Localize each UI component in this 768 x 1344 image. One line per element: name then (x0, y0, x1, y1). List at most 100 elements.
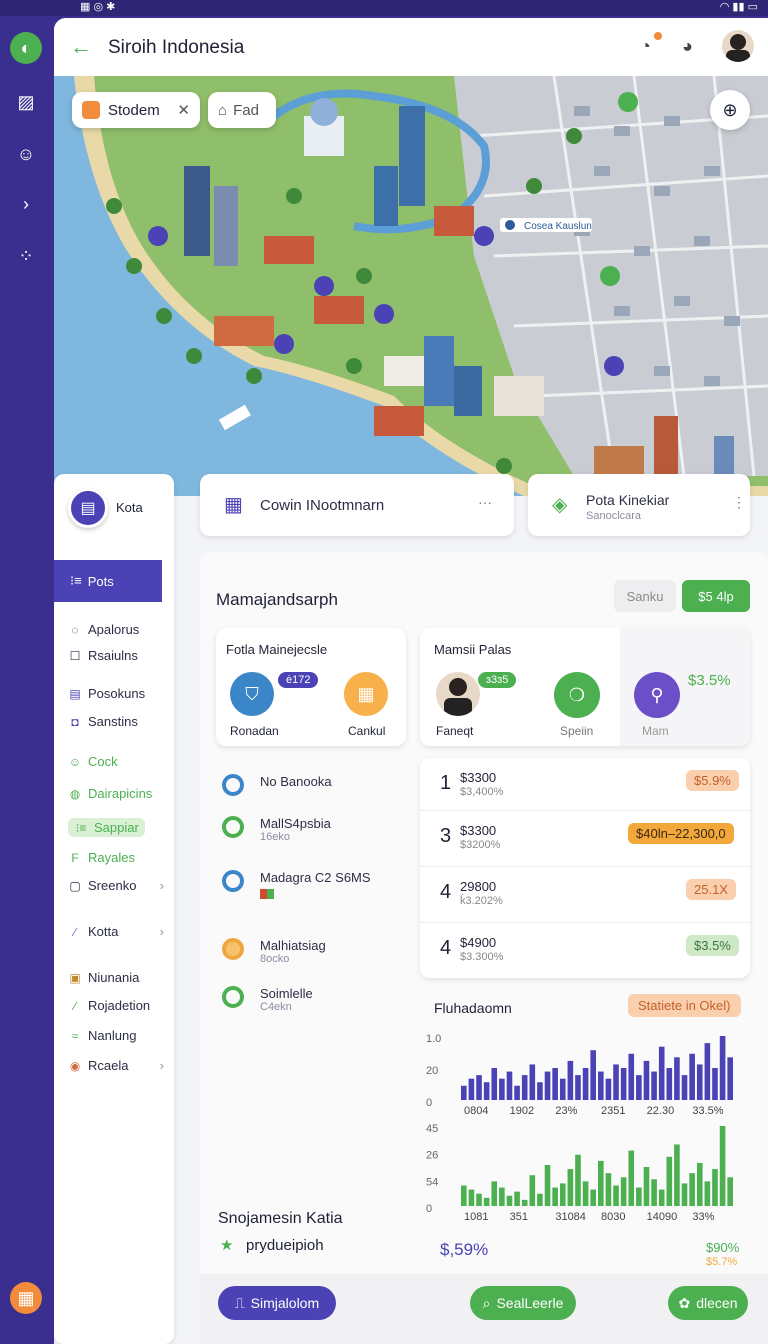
table-icon: ▤ (68, 488, 108, 528)
chart-bar (658, 1046, 665, 1100)
gear-icon: ✿ (678, 1294, 691, 1311)
chart-icon[interactable]: ▨ (10, 86, 42, 118)
shield-icon: ⛉ (230, 672, 274, 716)
sidebar-item[interactable]: F Rayales (68, 850, 135, 865)
rank-sub: $3,400% (460, 786, 504, 798)
save-icon: ⎍ (234, 1294, 245, 1311)
message-icon[interactable]: ◕ (682, 36, 693, 57)
home-icon[interactable]: ◐ (10, 32, 42, 64)
main-panel: ▦ Cowin INootmnarn ··· ◈ Pota Kinekiar S… (200, 474, 768, 1344)
chevron-right-icon[interactable]: › (10, 188, 42, 220)
pen-icon: ∕ (73, 924, 76, 939)
list-item[interactable]: Malhiatsiag 8ocko (222, 938, 326, 965)
search-button[interactable]: ⌕ SealLeerle (470, 1286, 576, 1320)
sidebar-item[interactable]: ∕ Kotta › (68, 924, 164, 939)
avatar[interactable] (722, 30, 754, 62)
chart-footer-value-bottom: $5.7% (706, 1256, 738, 1268)
rank-pill: 25.1X (686, 879, 736, 900)
header-card-left[interactable]: ▦ Cowin INootmnarn ··· (200, 474, 514, 536)
chart-bar (598, 1071, 604, 1100)
card-badge: ė172 (278, 672, 319, 688)
summary-card-1[interactable]: Fotla Mainejecsle ⛉ ė172 Ronadan ▦ Canku… (216, 628, 406, 746)
chart-bar (491, 1068, 498, 1100)
ranking-row[interactable]: 4 $4900 $3.300% $3.5% (420, 922, 750, 978)
list-item-subtitle: C4ekn (260, 1001, 292, 1013)
primary-button[interactable]: $5 4lp (682, 580, 750, 612)
sidebar-item[interactable]: ◘ Sanstins (68, 714, 138, 729)
chart-bar (537, 1082, 543, 1100)
simjalolom-button[interactable]: ⎍ Simjalolom (218, 1286, 336, 1320)
list-item-subtitle: 16eko (260, 831, 290, 843)
map-illustration: Cosea Kauslun (54, 76, 768, 496)
sidebar-item-label: Posokuns (88, 686, 146, 701)
x-tick-label: 1902 (510, 1105, 534, 1116)
chart-bar (727, 1177, 733, 1206)
clean-button[interactable]: ✿ dlecen (668, 1286, 748, 1320)
summary-card-2[interactable]: Mamsii Palas ɜ3ɜ5 Faneqt ❍ Speiin ⚲ Mam … (420, 628, 750, 746)
sidebar-item[interactable]: ☺ Cock (68, 754, 118, 769)
smile-icon[interactable]: ☺ (10, 138, 42, 170)
search-chip[interactable]: Stodem ✕ (72, 92, 200, 128)
filter-chip-label: Fad (233, 101, 259, 119)
chart-bar (666, 1068, 673, 1100)
chart-bar (499, 1187, 505, 1206)
grid-icon[interactable]: ▦ (10, 1282, 42, 1314)
header-card-right[interactable]: ◈ Pota Kinekiar Sanoclcara ⋮ (528, 474, 750, 536)
sidebar-item[interactable]: ▣ Niunania (68, 970, 139, 985)
x-tick-label: 14090 (647, 1211, 678, 1222)
kebab-icon[interactable]: ⋮ (732, 494, 746, 511)
chart-bar (719, 1036, 726, 1100)
sidebar-item[interactable]: ◉ Rcaela › (68, 1058, 164, 1073)
list-item[interactable]: MallS4psbia 16eko (222, 816, 331, 843)
fz-icon: F (71, 850, 79, 865)
status-icons-right: ◠ ▮▮ ▭ (719, 1, 758, 13)
ranking-row[interactable]: 4 29800 ḱ3.202% 25.1X (420, 866, 750, 922)
list-item[interactable]: No Banooka (222, 774, 332, 796)
x-tick-label: 23% (555, 1105, 577, 1116)
more-icon[interactable]: ··· (478, 494, 492, 510)
chart-bar (506, 1071, 513, 1100)
filter-chip[interactable]: ⌂ Fad (208, 92, 276, 128)
sidebar-item[interactable]: ◌ Apalorus (68, 622, 139, 637)
apps-icon[interactable]: ⁘ (10, 240, 42, 272)
notification-icon[interactable]: ◔ (640, 36, 651, 57)
secondary-button[interactable]: Sanku (614, 580, 676, 612)
sidebar-item-pots[interactable]: ⁝≡ Pots (54, 560, 162, 602)
sidebar-item[interactable]: ▤ Posokuns (68, 686, 145, 701)
chart-bar (674, 1144, 680, 1206)
sidebar-item[interactable]: ∕ Rojadetion (68, 998, 150, 1013)
page-title: Siroih Indonesia (108, 37, 245, 58)
ranking-row[interactable]: 3 $3300 $3200% $40ln–22,300,0 (420, 810, 750, 866)
chart-footer-value-top: $90% (706, 1240, 740, 1255)
chart-bar (696, 1162, 703, 1206)
chart-bar (575, 1154, 581, 1206)
back-arrow-icon[interactable]: ← (70, 34, 92, 60)
locate-icon[interactable]: ⊕ (710, 90, 750, 130)
bar-chart-top: 1.0 20 0 0804 1902 23% 2351 22.30 33.5% (426, 1033, 733, 1116)
ranking-row[interactable]: 1 $3300 $3,400% $5.9% (420, 758, 750, 810)
list-item[interactable]: Soimlelle C4ekn (222, 986, 313, 1013)
y-tick-label: 26 (426, 1150, 438, 1162)
rank-pill: $40ln–22,300,0 (628, 823, 734, 844)
chart-bar (620, 1177, 627, 1206)
wave-icon: ≈ (71, 1028, 79, 1043)
rank-value: 29800 (460, 879, 497, 894)
rank-number: 4 (440, 881, 452, 903)
chart-bar (506, 1195, 513, 1206)
table-icon: ▦ (224, 494, 243, 516)
chart-bar (499, 1078, 505, 1100)
chart-bar (636, 1187, 642, 1206)
sidebar-item[interactable]: ▢ Sreenko › (68, 878, 164, 893)
chart-bar (590, 1050, 596, 1100)
close-icon[interactable]: ✕ (177, 101, 190, 119)
sidebar-item-label: Cock (88, 754, 118, 769)
card-item-label: Speiin (560, 724, 594, 738)
sidebar-item[interactable]: ◍ Dairapicins (68, 786, 153, 801)
sidebar-item[interactable]: ☐ Rsaiulns (68, 648, 138, 663)
chart-bar (674, 1057, 680, 1100)
city-map[interactable]: Cosea Kauslun Stodem ✕ ⌂ Fad ⊕ (54, 76, 768, 496)
sidebar-item[interactable]: ≈ Nanlung (68, 1028, 137, 1043)
list-item[interactable]: Madagra C2 S6MS (222, 870, 371, 899)
sidebar-item[interactable]: ⁝≡ Sappiar (68, 818, 145, 837)
rank-sub: $3.300% (460, 951, 504, 963)
